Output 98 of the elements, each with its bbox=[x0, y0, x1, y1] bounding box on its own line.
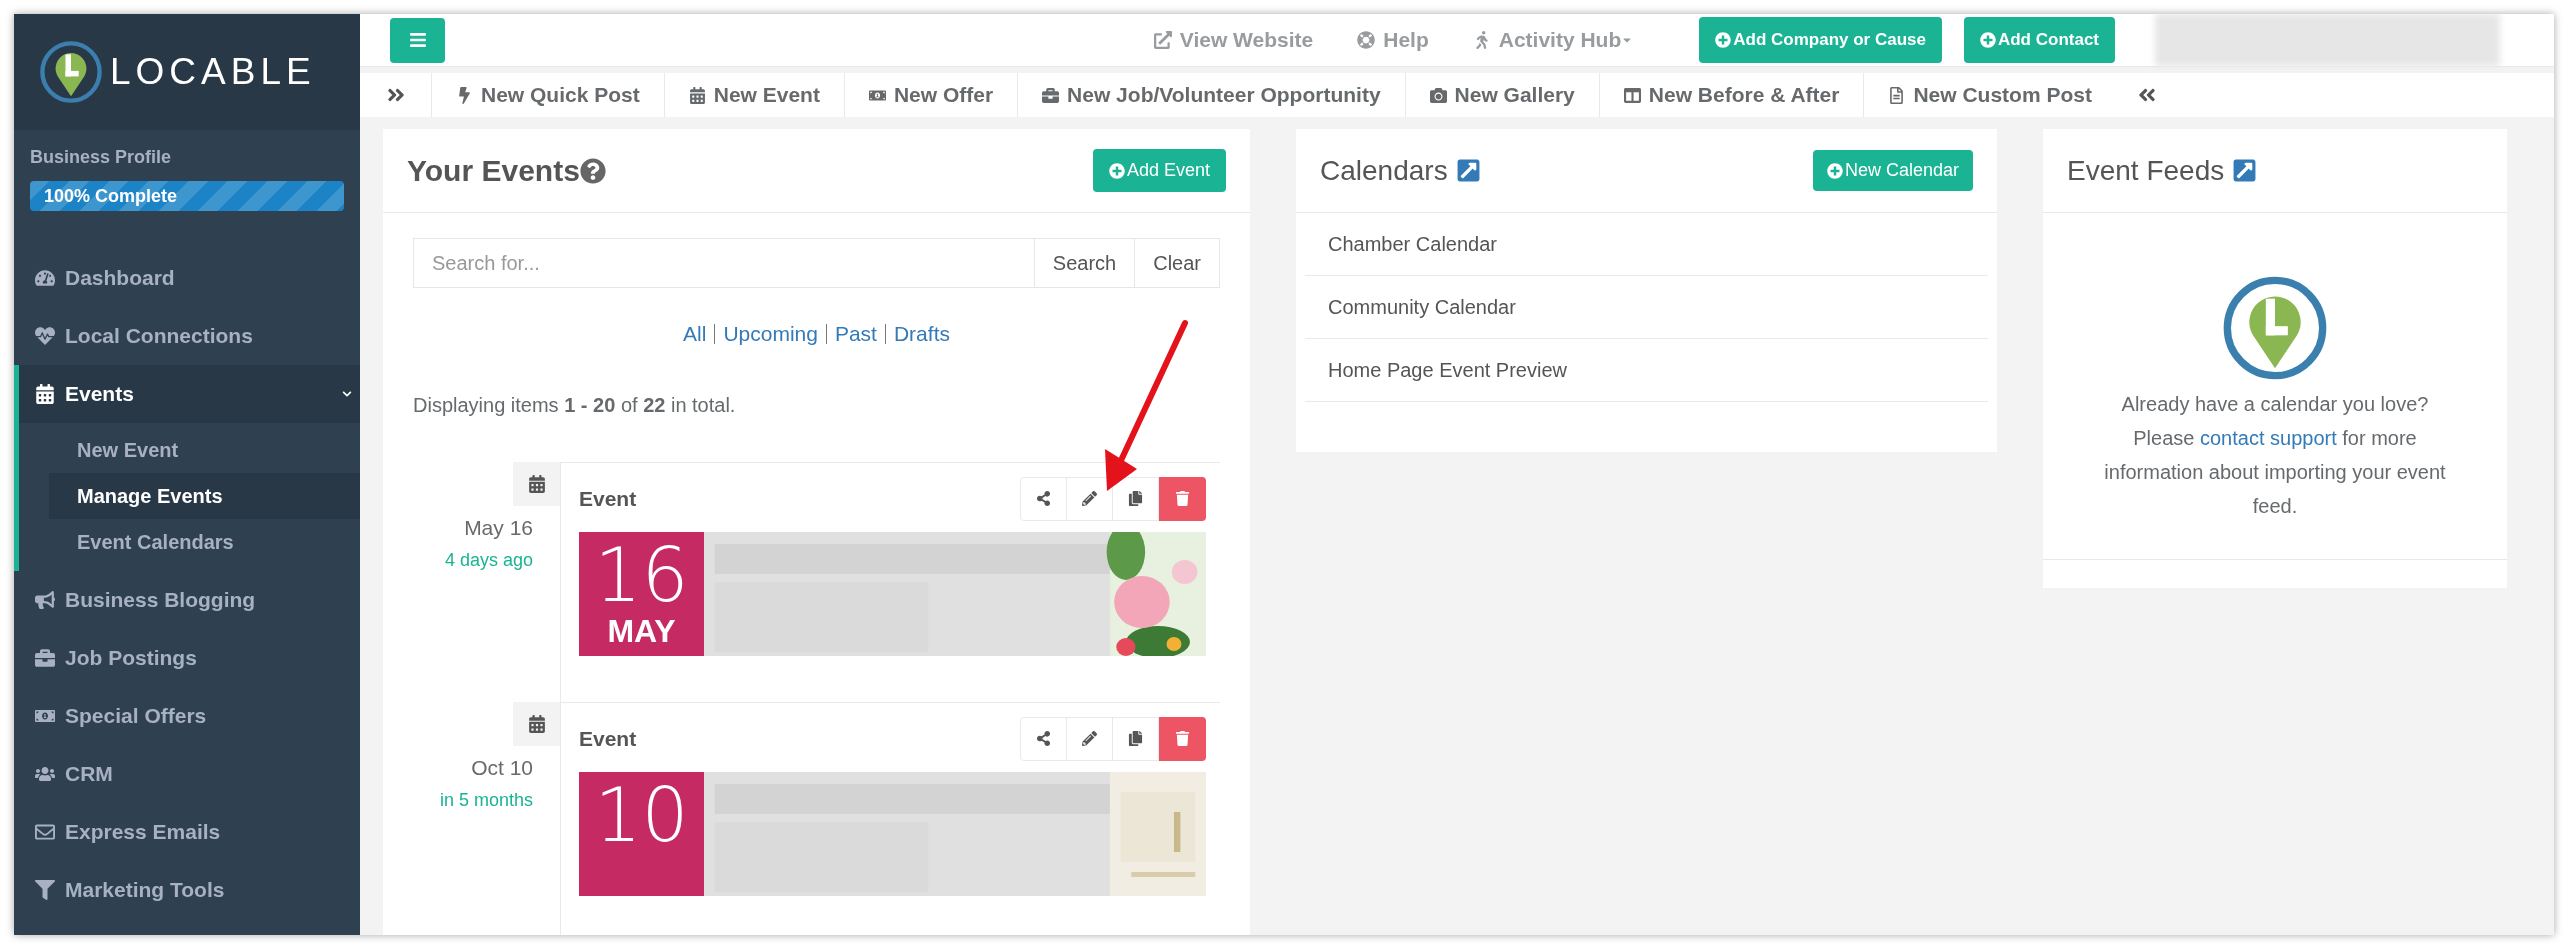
event-title: Event bbox=[579, 485, 637, 512]
add-button[interactable]: Add Company or Cause bbox=[1699, 17, 1942, 63]
event-action-button[interactable] bbox=[1112, 476, 1159, 521]
event-action-button[interactable] bbox=[1066, 476, 1113, 521]
event-action-button[interactable] bbox=[1020, 716, 1067, 761]
users-icon bbox=[35, 764, 55, 784]
calendar-list-item[interactable]: Community Calendar bbox=[1305, 276, 1988, 339]
pencil-icon bbox=[1082, 731, 1097, 746]
summary-text: Displaying items 1 - 20 of 22 in total. bbox=[413, 392, 737, 418]
trash-icon bbox=[1175, 491, 1190, 506]
event-relative-time: in 5 months bbox=[439, 789, 533, 812]
nav-item[interactable]: Express Emails bbox=[14, 803, 360, 861]
toolbar-button[interactable]: New Event bbox=[664, 73, 845, 117]
nav-item[interactable]: Dashboard bbox=[14, 249, 360, 307]
toolbar-button[interactable]: New Quick Post bbox=[432, 73, 665, 117]
calendar-list-item[interactable]: Home Page Event Preview bbox=[1305, 339, 1988, 402]
logo-text: LOCABLE bbox=[110, 50, 316, 95]
add-button[interactable]: Add Contact bbox=[1963, 17, 2115, 63]
toolbar-button[interactable]: New Offer bbox=[844, 73, 1019, 117]
nav-item[interactable]: Events bbox=[19, 365, 360, 423]
external-link-icon bbox=[1455, 158, 1481, 183]
profile-label: Business Profile bbox=[30, 146, 173, 169]
event-relative-time: 4 days ago bbox=[444, 549, 533, 572]
menu-icon bbox=[408, 31, 427, 49]
copy-icon bbox=[1128, 731, 1143, 746]
dashboard-icon bbox=[35, 268, 55, 288]
header-link[interactable]: View Website bbox=[1153, 24, 1314, 56]
share-icon bbox=[1036, 731, 1051, 746]
filter-link[interactable]: Drafts bbox=[893, 318, 950, 350]
event-title: Event bbox=[579, 725, 637, 752]
delete-button[interactable] bbox=[1159, 716, 1206, 761]
event-action-button[interactable] bbox=[1112, 716, 1159, 761]
toolbar-button[interactable]: New Job/Volunteer Opportunity bbox=[1018, 73, 1406, 117]
document-icon bbox=[1888, 86, 1906, 104]
event-action-button[interactable] bbox=[1066, 716, 1113, 761]
pencil-icon bbox=[1082, 491, 1097, 506]
feeds-message: Already have a calendar you love? Please contact support for more information about importing your event feed. bbox=[2103, 392, 2447, 519]
external-link-icon bbox=[1153, 31, 1172, 49]
date-block-day: 16 bbox=[594, 537, 689, 612]
help-icon bbox=[1357, 31, 1376, 49]
event-date: Oct 10 bbox=[471, 754, 533, 781]
envelope-icon bbox=[35, 822, 55, 842]
event-action-button[interactable] bbox=[1020, 476, 1067, 521]
filter-link[interactable]: All bbox=[683, 318, 707, 350]
calendar-list-item[interactable]: Chamber Calendar bbox=[1305, 213, 1988, 276]
bolt-icon bbox=[456, 86, 473, 104]
plus-icon bbox=[1108, 162, 1125, 179]
calendar-icon bbox=[527, 474, 546, 493]
new-calendar-button[interactable]: New Calendar bbox=[1812, 150, 1973, 191]
nav-item[interactable]: Local Connections bbox=[14, 307, 360, 365]
progress-fill: 100% Complete bbox=[30, 181, 344, 211]
toolbar-button[interactable]: New Custom Post bbox=[1864, 73, 2116, 117]
panel-title: Calendars bbox=[1320, 153, 1448, 188]
nav-item[interactable]: Special Offers bbox=[14, 687, 360, 745]
nav-subitem[interactable]: Manage Events bbox=[49, 473, 360, 519]
contact-support-link[interactable]: contact support bbox=[2199, 427, 2337, 449]
calendar-icon bbox=[527, 714, 546, 733]
date-block-day: 10 bbox=[594, 777, 689, 852]
plus-icon bbox=[1826, 162, 1843, 179]
filter-icon bbox=[35, 880, 55, 900]
nav-subitem[interactable]: Event Calendars bbox=[49, 519, 360, 565]
copy-icon bbox=[1128, 491, 1143, 506]
nav-item[interactable]: Job Postings bbox=[14, 629, 360, 687]
nav-item[interactable]: Marketing Tools bbox=[14, 861, 360, 919]
heartbeat-icon bbox=[35, 326, 55, 346]
trash-icon bbox=[1175, 731, 1190, 746]
calendar-icon bbox=[35, 384, 55, 404]
date-block-month: MAY bbox=[607, 611, 676, 650]
nav-subitem[interactable]: New Event bbox=[49, 427, 360, 473]
megaphone-icon bbox=[35, 590, 55, 610]
plus-icon bbox=[1979, 32, 1996, 48]
filter-link[interactable]: Past bbox=[834, 318, 877, 350]
briefcase-icon bbox=[1042, 86, 1060, 104]
event-date: May 16 bbox=[464, 514, 533, 541]
filter-link[interactable]: Upcoming bbox=[723, 318, 818, 350]
panel-title: Event Feeds bbox=[2067, 153, 2225, 188]
camera-icon bbox=[1429, 86, 1447, 104]
header-link[interactable]: Help bbox=[1357, 24, 1429, 56]
briefcase-icon bbox=[35, 648, 55, 668]
search-bar-button[interactable]: Search bbox=[1034, 238, 1136, 288]
add-event-button[interactable]: Add Event bbox=[1092, 149, 1226, 192]
menu-button[interactable] bbox=[390, 17, 445, 63]
columns-icon bbox=[1623, 86, 1641, 104]
delete-button[interactable] bbox=[1159, 476, 1206, 521]
panel-title: Your Events bbox=[407, 153, 580, 189]
nav-item[interactable]: CRM bbox=[14, 745, 360, 803]
plus-icon bbox=[1715, 32, 1732, 48]
nav-item[interactable]: Business Blogging bbox=[14, 571, 360, 629]
toolbar-button[interactable]: New Before & After bbox=[1599, 73, 1865, 117]
search-field[interactable]: Search for... bbox=[413, 238, 1035, 288]
calendar-icon bbox=[688, 86, 706, 104]
toolbar-button[interactable]: New Gallery bbox=[1405, 73, 1600, 117]
external-link-icon bbox=[2232, 158, 2258, 183]
search-bar-button[interactable]: Clear bbox=[1135, 238, 1220, 288]
help-icon bbox=[579, 157, 606, 184]
logo-icon bbox=[38, 39, 104, 105]
share-icon bbox=[1036, 491, 1051, 506]
header-link[interactable]: Activity Hub bbox=[1472, 24, 1634, 56]
